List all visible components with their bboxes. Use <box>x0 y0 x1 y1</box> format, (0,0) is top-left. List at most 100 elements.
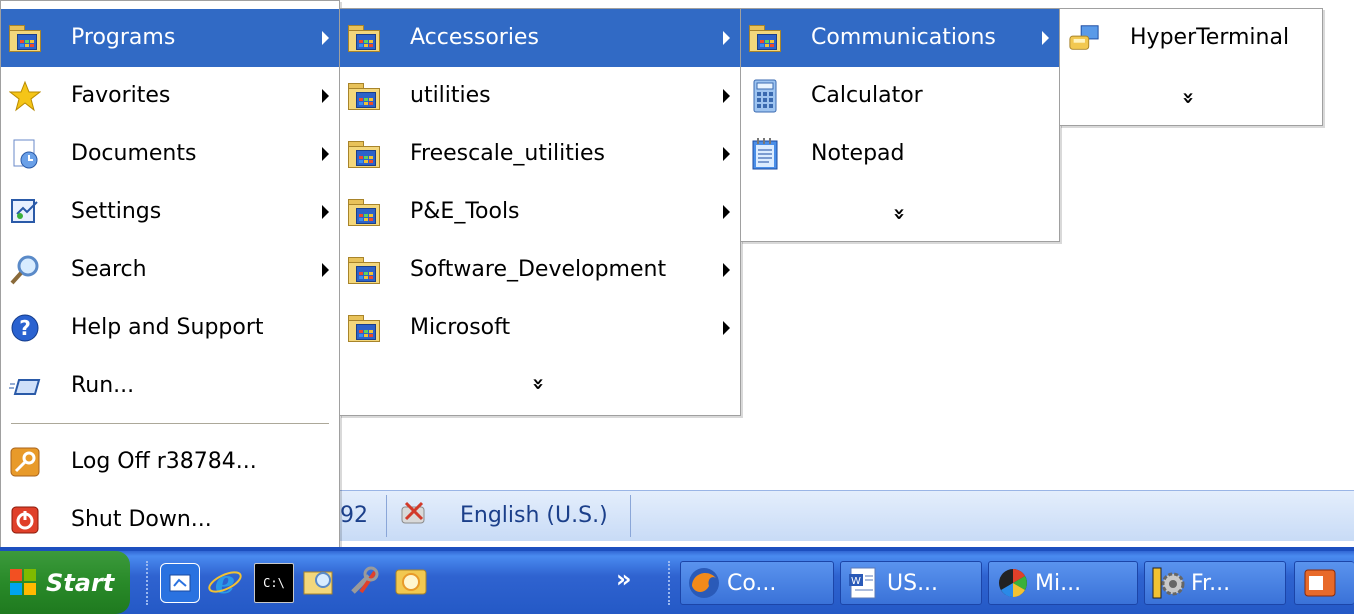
start-menu-item-settings[interactable]: Settings <box>1 183 339 241</box>
star-icon <box>9 80 41 112</box>
start-menu-item-label: Shut Down... <box>71 507 212 532</box>
start-button[interactable]: Start <box>0 551 130 614</box>
settings-icon <box>9 196 41 228</box>
folder-icon <box>749 22 781 54</box>
calculator-icon <box>749 79 781 113</box>
command-prompt-icon[interactable]: C:\ <box>254 563 294 603</box>
accessories-item-label: Communications <box>811 25 996 50</box>
language-settings-icon[interactable] <box>398 497 430 529</box>
programs-item-label: Software_Development <box>410 257 667 282</box>
communications-expand-more-icon[interactable]: » <box>1174 83 1204 113</box>
accessories-item-notepad[interactable]: Notepad <box>741 125 1059 183</box>
svg-text:?: ? <box>19 316 31 340</box>
programs-item-software-development[interactable]: Software_Development <box>340 241 740 299</box>
submenu-arrow-icon <box>723 321 730 335</box>
submenu-arrow-icon <box>322 89 329 103</box>
programs-item-label: utilities <box>410 83 491 108</box>
programs-item-label: P&E_Tools <box>410 199 520 224</box>
svg-text:e: e <box>215 564 235 600</box>
submenu-arrow-icon <box>322 263 329 277</box>
taskbar-button-label: US... <box>887 570 939 596</box>
taskbar-button-media[interactable]: Mi... <box>988 561 1138 605</box>
folder-icon <box>348 138 380 170</box>
accessories-item-communications[interactable]: Communications <box>741 9 1059 67</box>
start-menu-item-programs[interactable]: Programs <box>1 9 339 67</box>
submenu-arrow-icon <box>723 147 730 161</box>
power-icon <box>9 504 41 536</box>
folder-icon <box>348 254 380 286</box>
programs-expand-more-icon[interactable]: » <box>524 369 554 399</box>
windows-logo-icon <box>10 568 38 597</box>
start-menu-item-log-off[interactable]: Log Off r38784... <box>1 433 339 491</box>
run-icon <box>9 370 41 402</box>
programs-icon <box>9 22 41 54</box>
submenu-arrow-icon <box>723 205 730 219</box>
submenu-arrow-icon <box>723 89 730 103</box>
programs-item-microsoft[interactable]: Microsoft <box>340 299 740 357</box>
programs-item-accessories[interactable]: Accessories <box>340 9 740 67</box>
language-bar-partial-text: 92 <box>340 503 368 528</box>
start-menu-item-label: Documents <box>71 141 197 166</box>
taskbar-button-label: Mi... <box>1035 570 1082 596</box>
communications-item-label: HyperTerminal <box>1130 25 1290 50</box>
programs-item-freescale-utilities[interactable]: Freescale_utilities <box>340 125 740 183</box>
taskbar-button-label: Fr... <box>1191 570 1231 596</box>
start-menu-item-label: Run... <box>71 373 135 398</box>
start-menu-item-help[interactable]: ? Help and Support <box>1 299 339 357</box>
accessories-expand-more-icon[interactable]: » <box>885 199 915 229</box>
taskbar-button-firefox[interactable]: Co... <box>680 561 834 605</box>
programs-item-utilities[interactable]: utilities <box>340 67 740 125</box>
media-icon <box>995 566 1031 600</box>
documents-icon <box>9 138 41 170</box>
start-menu-item-label: Search <box>71 257 147 282</box>
start-menu-item-label: Help and Support <box>71 315 264 340</box>
programs-item-pe-tools[interactable]: P&E_Tools <box>340 183 740 241</box>
language-bar: 92 English (U.S.) <box>340 490 1354 541</box>
start-menu-item-label: Settings <box>71 199 162 224</box>
start-menu-item-label: Programs <box>71 25 176 50</box>
outlook-icon <box>1303 566 1337 600</box>
folder-icon <box>348 80 380 112</box>
quick-launch-overflow[interactable]: » <box>616 565 632 593</box>
communications-menu: HyperTerminal » <box>1059 8 1323 126</box>
internet-explorer-icon[interactable]: e <box>206 563 244 601</box>
submenu-arrow-icon <box>322 31 329 45</box>
start-menu-item-search[interactable]: Search <box>1 241 339 299</box>
quick-launch-divider <box>146 561 148 605</box>
show-desktop-icon[interactable] <box>160 563 200 603</box>
submenu-arrow-icon <box>723 263 730 277</box>
key-icon <box>9 446 41 478</box>
start-menu-separator <box>11 423 329 424</box>
hyperterminal-icon <box>1068 22 1100 54</box>
taskbar-button-freescale[interactable]: Fr... <box>1144 561 1286 605</box>
start-button-label: Start <box>46 568 115 597</box>
start-menu-item-documents[interactable]: Documents <box>1 125 339 183</box>
notepad-icon <box>749 138 781 170</box>
programs-item-label: Accessories <box>410 25 539 50</box>
start-menu-item-run[interactable]: Run... <box>1 357 339 415</box>
start-menu-item-label: Favorites <box>71 83 171 108</box>
accessories-item-calculator[interactable]: Calculator <box>741 67 1059 125</box>
accessories-item-label: Notepad <box>811 141 905 166</box>
start-menu-item-favorites[interactable]: Favorites <box>1 67 339 125</box>
accessories-menu: Communications Calculator Notepad » <box>740 8 1060 242</box>
programs-menu: Accessories utilities Freescale_utilitie… <box>339 8 741 416</box>
outlook-icon[interactable] <box>392 563 430 601</box>
taskbar-button-word[interactable]: W US... <box>840 561 982 605</box>
start-menu-item-label: Log Off r38784... <box>71 449 257 474</box>
communications-item-hyperterminal[interactable]: HyperTerminal <box>1060 9 1322 67</box>
folder-icon <box>348 22 380 54</box>
language-indicator[interactable]: English (U.S.) <box>460 503 608 528</box>
taskbar-button-overflow-app[interactable] <box>1294 561 1354 605</box>
tools-icon[interactable] <box>346 563 384 601</box>
taskbar-button-label: Co... <box>727 570 777 596</box>
programs-item-label: Microsoft <box>410 315 511 340</box>
svg-text:W: W <box>851 576 861 587</box>
language-bar-divider-2 <box>630 495 631 537</box>
explorer-search-icon[interactable] <box>300 563 338 601</box>
folder-icon <box>348 312 380 344</box>
submenu-arrow-icon <box>1042 31 1049 45</box>
firefox-icon <box>687 566 721 600</box>
language-bar-divider <box>386 495 387 537</box>
start-menu-item-shut-down[interactable]: Shut Down... <box>1 491 339 549</box>
